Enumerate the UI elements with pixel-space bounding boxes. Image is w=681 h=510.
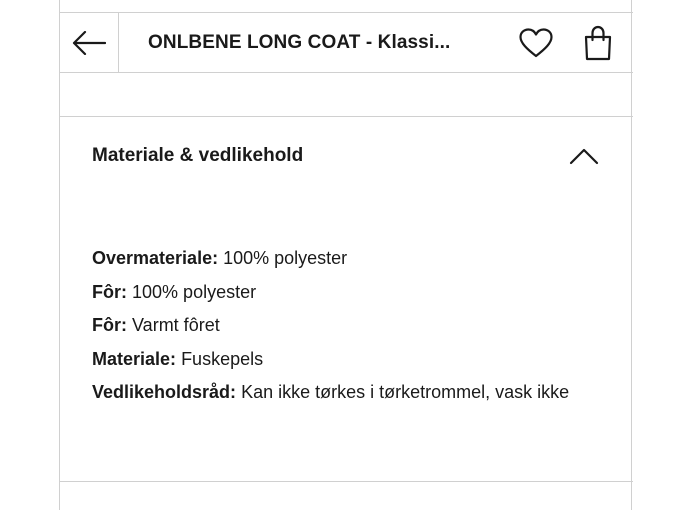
- detail-value: 100% polyester: [223, 248, 348, 268]
- detail-label: Vedlikeholdsråd:: [92, 382, 237, 402]
- back-button[interactable]: [60, 13, 119, 72]
- detail-label: Overmateriale:: [92, 248, 219, 268]
- wishlist-button[interactable]: [518, 25, 554, 61]
- chevron-up-icon: [569, 148, 599, 165]
- page-title: ONLBENE LONG COAT - Klassi...: [148, 32, 451, 53]
- heart-icon: [519, 28, 553, 58]
- shopping-bag-button[interactable]: [580, 25, 616, 61]
- detail-label: Fôr:: [92, 281, 127, 302]
- accordion-title: Materiale & vedlikehold: [92, 145, 304, 166]
- detail-value: 100% polyester: [132, 281, 257, 302]
- material-details: Overmateriale: 100% polyester Fôr: 100% …: [92, 245, 602, 413]
- detail-label: Materiale:: [92, 348, 177, 369]
- arrow-left-icon: [72, 30, 106, 55]
- accordion-header[interactable]: Materiale & vedlikehold: [60, 117, 632, 195]
- divider: [59, 481, 633, 482]
- divider: [59, 72, 633, 73]
- detail-row: Vedlikeholdsråd: Kan ikke tørkes i tørke…: [92, 379, 602, 405]
- detail-row: Fôr: Varmt fôret: [92, 312, 602, 338]
- product-header: ONLBENE LONG COAT - Klassi...: [60, 13, 632, 72]
- detail-row: Overmateriale: 100% polyester: [92, 245, 602, 271]
- detail-row: Fôr: 100% polyester: [92, 279, 602, 305]
- detail-value: Fuskepels: [181, 348, 264, 369]
- detail-value: Varmt fôret: [132, 315, 220, 335]
- detail-row: Materiale: Fuskepels: [92, 346, 602, 372]
- shopping-bag-icon: [584, 25, 612, 61]
- detail-value: Kan ikke tørkes i tørketrommel, vask ikk…: [241, 382, 570, 402]
- detail-label: Fôr:: [92, 315, 127, 335]
